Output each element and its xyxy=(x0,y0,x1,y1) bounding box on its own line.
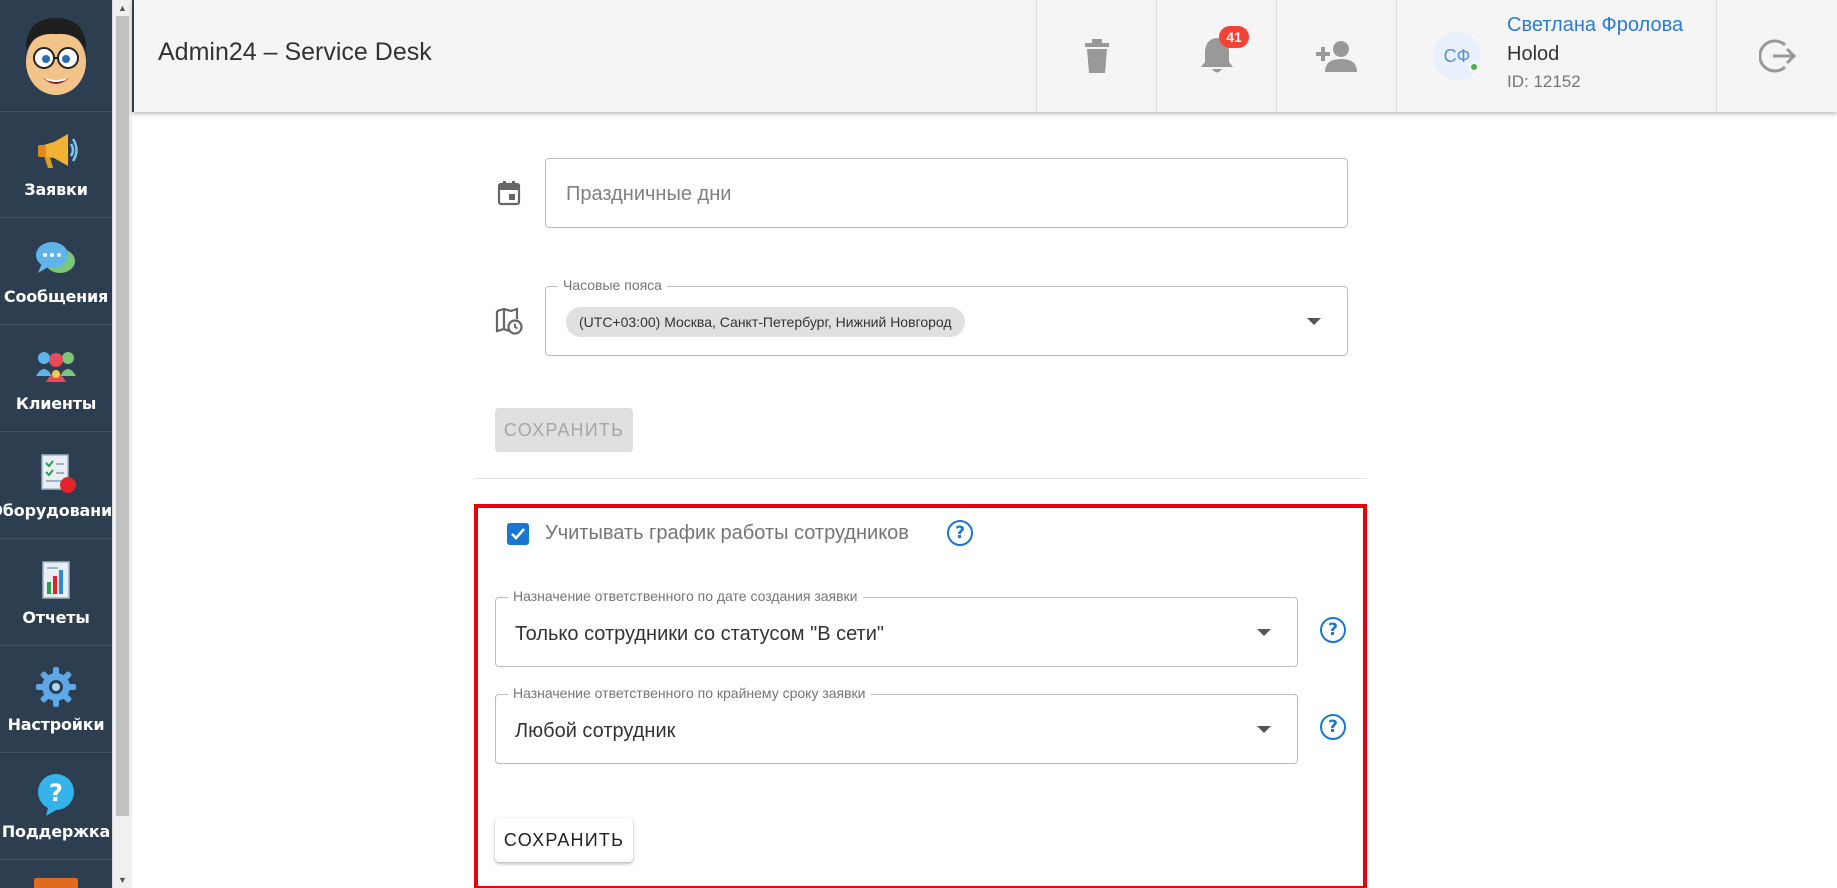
logout-icon xyxy=(1759,39,1797,73)
user-organization: Holod xyxy=(1507,43,1560,65)
assign-by-creation-help-icon[interactable]: ? xyxy=(1320,617,1346,643)
assign-by-deadline-value: Любой сотрудник xyxy=(515,720,676,742)
logout-button[interactable] xyxy=(1716,0,1837,112)
assign-by-creation-select[interactable]: Назначение ответственного по дате создан… xyxy=(495,588,1298,667)
work-schedule-label[interactable]: Учитывать график работы сотрудников xyxy=(545,522,909,545)
megaphone-icon xyxy=(34,130,78,174)
save-button-disabled: СОХРАНИТЬ xyxy=(495,408,633,452)
sidebar-item-requests[interactable]: Заявки xyxy=(0,112,112,218)
top-header: Admin24 – Service Desk 41 СФ Светлана Фр… xyxy=(132,0,1837,112)
avatar[interactable]: СФ xyxy=(1433,32,1481,80)
work-schedule-checkbox[interactable] xyxy=(507,523,529,545)
sidebar-scrollbar[interactable]: ▲ ▼ xyxy=(112,0,132,888)
sidebar: Заявки Сообщения Клиенты Оборудование От… xyxy=(0,0,123,888)
sidebar-item-label: Сообщения xyxy=(3,287,109,306)
scroll-up-icon[interactable]: ▲ xyxy=(113,0,132,16)
calendar-icon xyxy=(494,178,524,208)
assign-by-deadline-label: Назначение ответственного по крайнему ср… xyxy=(508,685,871,701)
sidebar-item-label: Настройки xyxy=(7,715,105,734)
assign-by-creation-value: Только сотрудники со статусом "В сети" xyxy=(515,623,884,645)
notifications-button[interactable]: 41 xyxy=(1156,0,1276,112)
sidebar-item-reports[interactable]: Отчеты xyxy=(0,540,112,646)
sidebar-item-label: Оборудование xyxy=(0,501,123,520)
chevron-down-icon[interactable] xyxy=(1307,318,1321,325)
sidebar-item-equipment[interactable]: Оборудование xyxy=(0,433,123,539)
add-user-icon xyxy=(1315,41,1357,72)
trash-icon xyxy=(1084,39,1109,73)
question-icon: ? xyxy=(34,772,78,816)
svg-text:?: ? xyxy=(49,779,63,807)
sidebar-item-messages[interactable]: Сообщения xyxy=(0,219,112,325)
user-profile: СФ Светлана Фролова Holod ID: 12152 xyxy=(1396,0,1716,112)
clients-icon xyxy=(34,344,78,388)
assign-by-deadline-help-icon[interactable]: ? xyxy=(1320,714,1346,740)
sidebar-item-settings[interactable]: Настройки xyxy=(0,647,112,753)
scroll-down-icon[interactable]: ▼ xyxy=(113,872,132,888)
gear-icon xyxy=(34,665,78,709)
assign-by-creation-label: Назначение ответственного по дате создан… xyxy=(508,588,863,604)
holidays-placeholder: Праздничные дни xyxy=(566,183,732,205)
scroll-thumb[interactable] xyxy=(116,16,129,816)
online-status-dot xyxy=(1469,62,1479,72)
chevron-down-icon[interactable] xyxy=(1257,629,1271,636)
timezone-chip[interactable]: (UTC+03:00) Москва, Санкт-Петербург, Ниж… xyxy=(566,307,965,337)
chevron-down-icon[interactable] xyxy=(1257,726,1271,733)
notification-badge: 41 xyxy=(1219,26,1249,48)
sidebar-item-clients[interactable]: Клиенты xyxy=(0,326,112,432)
schedule-help-icon[interactable]: ? xyxy=(947,520,973,546)
report-icon xyxy=(34,558,78,602)
save-button[interactable]: СОХРАНИТЬ xyxy=(495,818,633,862)
add-user-button[interactable] xyxy=(1276,0,1396,112)
sidebar-item-label: Поддержка xyxy=(1,822,111,841)
sidebar-item-label: Отчеты xyxy=(22,608,90,627)
trash-button[interactable] xyxy=(1036,0,1156,112)
sidebar-item-partial xyxy=(34,878,78,888)
cartoon-face-logo-icon xyxy=(25,17,87,95)
holidays-input[interactable]: Праздничные дни xyxy=(545,158,1348,228)
equipment-icon xyxy=(34,451,78,495)
sidebar-item-label: Клиенты xyxy=(15,394,97,413)
sidebar-item-support[interactable]: ? Поддержка xyxy=(0,754,112,860)
assign-by-deadline-select[interactable]: Назначение ответственного по крайнему ср… xyxy=(495,685,1298,764)
app-logo[interactable] xyxy=(0,0,112,112)
timezone-label: Часовые пояса xyxy=(558,277,667,293)
app-title: Admin24 – Service Desk xyxy=(158,38,432,66)
sidebar-item-label: Заявки xyxy=(24,180,88,199)
checkmark-icon xyxy=(511,528,525,540)
map-clock-icon xyxy=(494,306,524,336)
user-id: ID: 12152 xyxy=(1507,72,1581,91)
settings-content: Праздничные дни Часовые пояса (UTC+03:00… xyxy=(134,112,1837,888)
timezone-select[interactable]: Часовые пояса (UTC+03:00) Москва, Санкт-… xyxy=(545,277,1348,356)
chat-bubbles-icon xyxy=(34,237,78,281)
section-divider xyxy=(474,478,1367,479)
user-name-link[interactable]: Светлана Фролова xyxy=(1507,14,1683,37)
